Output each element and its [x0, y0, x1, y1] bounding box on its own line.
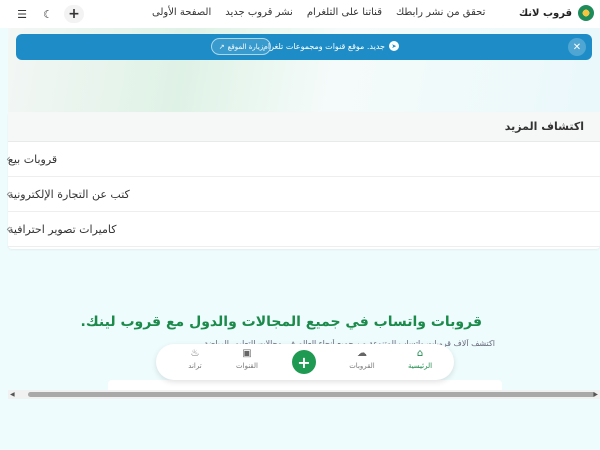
announcement-text: ➤ جديد. موقع قنوات ومجموعات تلغرام	[263, 41, 399, 51]
scroll-left-icon[interactable]: ◀	[10, 390, 15, 399]
nav-links: الصفحة الأولى نشر قروب جديد قناتنا على ا…	[152, 7, 485, 18]
chevron-left-icon: ‹	[6, 222, 11, 236]
nav-link-publish[interactable]: نشر قروب جديد	[225, 7, 293, 18]
dark-mode-icon[interactable]: ☾	[38, 5, 58, 23]
add-group-button[interactable]: +	[292, 350, 316, 374]
explore-item[interactable]: كاميرات تصوير احترافية ‹	[6, 212, 600, 247]
visit-site-button[interactable]: زيارة الموقع ↗	[211, 38, 271, 55]
logo-icon	[578, 5, 594, 21]
explore-item[interactable]: كتب عن التجارة الإلكترونية ‹	[6, 177, 600, 212]
visit-site-label: زيارة الموقع	[227, 42, 264, 51]
bottom-nav-label: تراند	[188, 362, 202, 370]
announcement-bar: ✕ ➤ جديد. موقع قنوات ومجموعات تلغرام زيا…	[16, 34, 592, 60]
bottom-nav-trending[interactable]: ♨ تراند	[170, 348, 220, 370]
menu-icon[interactable]: ☰	[12, 5, 32, 23]
explore-item-label: كاميرات تصوير احترافية	[8, 222, 117, 236]
bottom-nav-channels[interactable]: ▣ القنوات	[222, 348, 272, 370]
bottom-nav: ♨ تراند ▣ القنوات + ☁ القروبات ⌂ الرئيسي…	[156, 344, 454, 380]
top-navbar: ☰ ☾ + الصفحة الأولى نشر قروب جديد قناتنا…	[0, 0, 600, 28]
fire-icon: ♨	[190, 348, 200, 359]
bottom-nav-groups[interactable]: ☁ القروبات	[337, 348, 387, 370]
home-icon: ⌂	[416, 348, 424, 359]
chat-icon: ☁	[357, 348, 367, 359]
rss-icon: ▣	[242, 348, 252, 359]
brand-name: قروب لانك	[518, 7, 572, 19]
explore-header: اكتشاف المزيد	[8, 112, 600, 142]
scroll-right-icon[interactable]: ▶	[593, 390, 598, 399]
page-title: قروبات واتساب في جميع المجالات والدول مع…	[80, 314, 482, 330]
nav-link-verify[interactable]: تحقق من نشر رابطك	[396, 7, 485, 18]
bottom-nav-label: القروبات	[349, 362, 375, 370]
external-link-icon: ↗	[218, 42, 225, 51]
nav-link-telegram[interactable]: قناتنا على التلغرام	[307, 7, 382, 18]
scrollbar-thumb[interactable]	[28, 392, 596, 397]
chevron-left-icon: ‹	[6, 187, 11, 201]
close-icon[interactable]: ✕	[568, 38, 586, 56]
explore-item[interactable]: قروبات بيع ‹	[6, 142, 600, 177]
chevron-left-icon: ‹	[6, 152, 11, 166]
explore-item-label: قروبات بيع	[8, 152, 58, 166]
add-icon[interactable]: +	[64, 5, 84, 23]
bottom-nav-label: الرئيسية	[407, 362, 433, 370]
announcement-message: جديد. موقع قنوات ومجموعات تلغرام	[262, 41, 385, 51]
nav-link-home[interactable]: الصفحة الأولى	[152, 7, 211, 18]
bottom-nav-label: القنوات	[236, 362, 258, 370]
brand[interactable]: قروب لانك	[519, 5, 594, 21]
bottom-nav-home[interactable]: ⌂ الرئيسية	[395, 348, 445, 370]
explore-item-label: كتب عن التجارة الإلكترونية	[8, 187, 130, 201]
top-actions: ☰ ☾ +	[12, 5, 84, 23]
telegram-icon: ➤	[389, 41, 399, 51]
horizontal-scrollbar[interactable]: ◀ ▶	[8, 390, 600, 399]
explore-more-card: اكتشاف المزيد قروبات بيع ‹ كتب عن التجار…	[6, 112, 600, 249]
